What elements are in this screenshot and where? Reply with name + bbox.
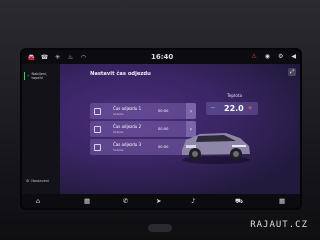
sidebar-item-label: Nabíjení, topení <box>31 72 48 80</box>
temperature-value: 22.0 <box>224 104 244 113</box>
settings-icon[interactable]: ⚙ <box>278 53 283 60</box>
fan-icon[interactable]: ✳ <box>54 54 61 61</box>
departure-time: 00:00 <box>158 109 169 113</box>
checkbox-icon[interactable] <box>94 126 101 133</box>
car-icon[interactable]: 🚘 <box>28 54 35 61</box>
minus-button[interactable]: − <box>210 104 216 112</box>
gear-icon: ⚙ <box>26 179 30 183</box>
departure-label: Čas odjezdu 1 <box>113 106 142 111</box>
bolt-icon: ⚡ <box>27 74 30 78</box>
temperature-control: − 22.0 + <box>206 102 258 115</box>
volume-knob[interactable] <box>148 224 172 232</box>
bottom-nav: ⌂ ▦ ✆ ➤ ♪ ⛟ ▦ <box>22 194 300 208</box>
navigation-icon[interactable]: ➤ <box>156 197 161 205</box>
clock: 16:40 <box>151 53 174 61</box>
departure-days: Sobota <box>113 130 124 134</box>
seat-heat-icon[interactable]: ♨ <box>67 54 74 61</box>
sidebar: ⚡ Nabíjení, topení ⚙ Nastavení <box>22 64 60 194</box>
media-icon[interactable]: ♪ <box>191 197 195 205</box>
apps-icon[interactable]: ▦ <box>84 197 90 205</box>
checkbox-icon[interactable] <box>94 108 101 115</box>
user-icon[interactable]: ◉ <box>265 53 270 60</box>
sidebar-item-settings[interactable]: ⚙ Nastavení <box>26 179 49 183</box>
chevron-right-icon[interactable]: › <box>186 103 196 119</box>
temperature-label: Teplota <box>227 93 243 98</box>
phone-nav-icon[interactable]: ✆ <box>123 197 128 205</box>
departure-days: Sobota <box>113 148 124 152</box>
status-bar: 🚘 ☎ ✳ ♨ ◠ 16:40 ⚠ ◉ ⚙ ◀ <box>22 50 300 64</box>
sidebar-item-charging[interactable]: ⚡ Nabíjení, topení <box>24 72 58 80</box>
departure-row-1[interactable]: Čas odjezdu 1 Sobota 00:00 › <box>90 103 196 119</box>
departure-label: Čas odjezdu 3 <box>113 142 142 147</box>
volume-icon[interactable]: ◀ <box>291 53 296 60</box>
edit-icon[interactable]: ⤢ <box>288 68 296 76</box>
infotainment-screen: 🚘 ☎ ✳ ♨ ◠ 16:40 ⚠ ◉ ⚙ ◀ ⚡ Nabíjení, tope… <box>22 50 300 208</box>
watermark: RAJAUT.CZ <box>250 220 308 230</box>
departure-time: 00:00 <box>158 145 169 149</box>
home-icon[interactable]: ⌂ <box>36 197 40 205</box>
departure-label: Čas odjezdu 2 <box>113 124 142 129</box>
departure-time: 00:00 <box>158 127 169 131</box>
sidebar-item-label: Nastavení <box>31 179 50 183</box>
checkbox-icon[interactable] <box>94 144 101 151</box>
car-image <box>182 133 250 164</box>
car-settings-icon[interactable]: ⛟ <box>235 197 243 206</box>
departure-days: Sobota <box>113 112 124 116</box>
plus-button[interactable]: + <box>247 104 253 112</box>
grid-icon[interactable]: ▦ <box>279 197 285 205</box>
alert-icon[interactable]: ⚠ <box>251 53 256 60</box>
wifi-icon: ◠ <box>80 53 87 61</box>
phone-icon[interactable]: ☎ <box>41 54 48 61</box>
page-title: Nastavit čas odjezdu <box>90 71 151 77</box>
